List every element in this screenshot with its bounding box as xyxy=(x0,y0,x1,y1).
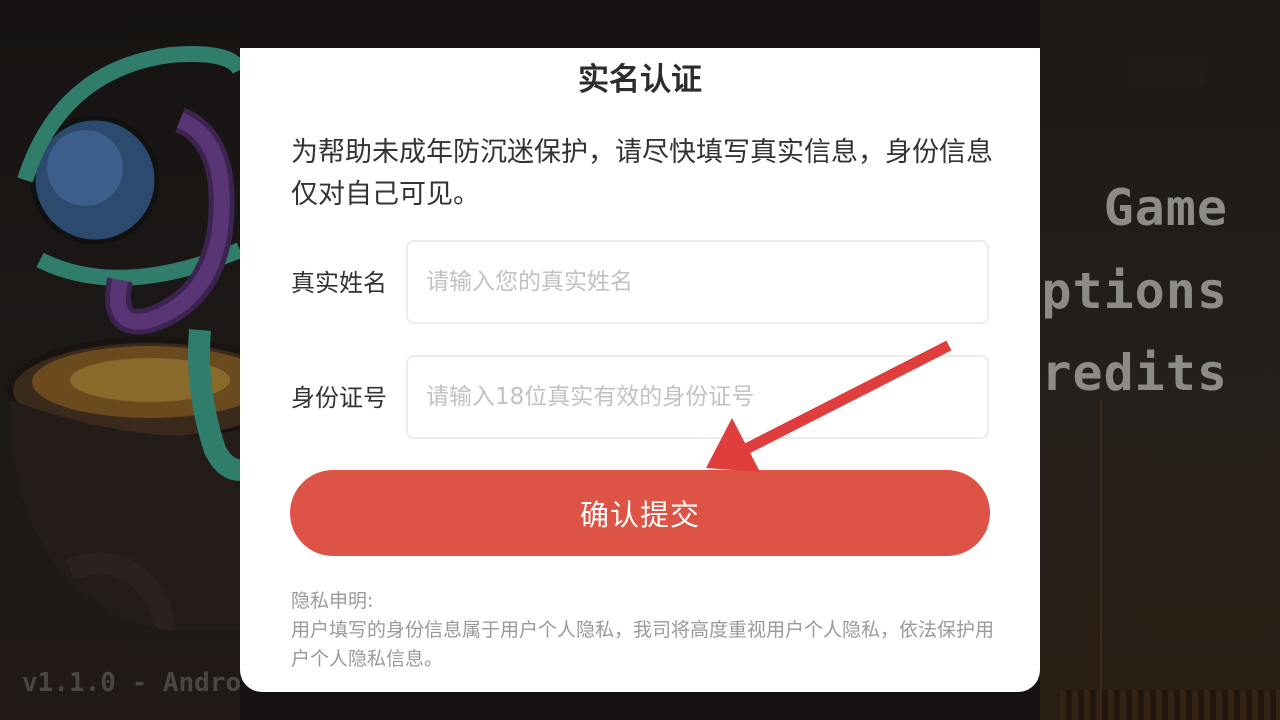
background-badge xyxy=(1128,56,1206,84)
menu-new-game: Game xyxy=(1103,179,1228,237)
background-pillar xyxy=(1100,400,1102,720)
version-label: v1.1.0 - Andro xyxy=(22,668,242,698)
dialog-intro: 为帮助未成年防沉迷保护，请尽快填写真实信息，身份信息仅对自己可见。 xyxy=(291,137,993,210)
id-number-input[interactable] xyxy=(406,355,989,439)
privacy-statement: 用户填写的身份信息属于用户个人隐私，我司将高度重视用户个人隐私，依法保护用户个人… xyxy=(291,619,995,670)
real-name-dialog: 实名认证 为帮助未成年防沉迷保护，请尽快填写真实信息，身份信息仅对自己可见。 真… xyxy=(240,48,1040,692)
mascot-illustration xyxy=(7,46,240,630)
privacy-title: 隐私申明: xyxy=(291,590,374,612)
dialog-title: 实名认证 xyxy=(578,62,702,98)
menu-options: ptions xyxy=(1041,262,1228,320)
submit-button-label: 确认提交 xyxy=(579,498,700,532)
real-name-input[interactable] xyxy=(406,240,989,324)
menu-credits: redits xyxy=(1041,344,1228,402)
id-number-label: 身份证号 xyxy=(291,384,387,412)
real-name-label: 真实姓名 xyxy=(291,269,387,297)
submit-button[interactable]: 确认提交 xyxy=(290,470,990,556)
background-stripe xyxy=(1060,690,1280,720)
